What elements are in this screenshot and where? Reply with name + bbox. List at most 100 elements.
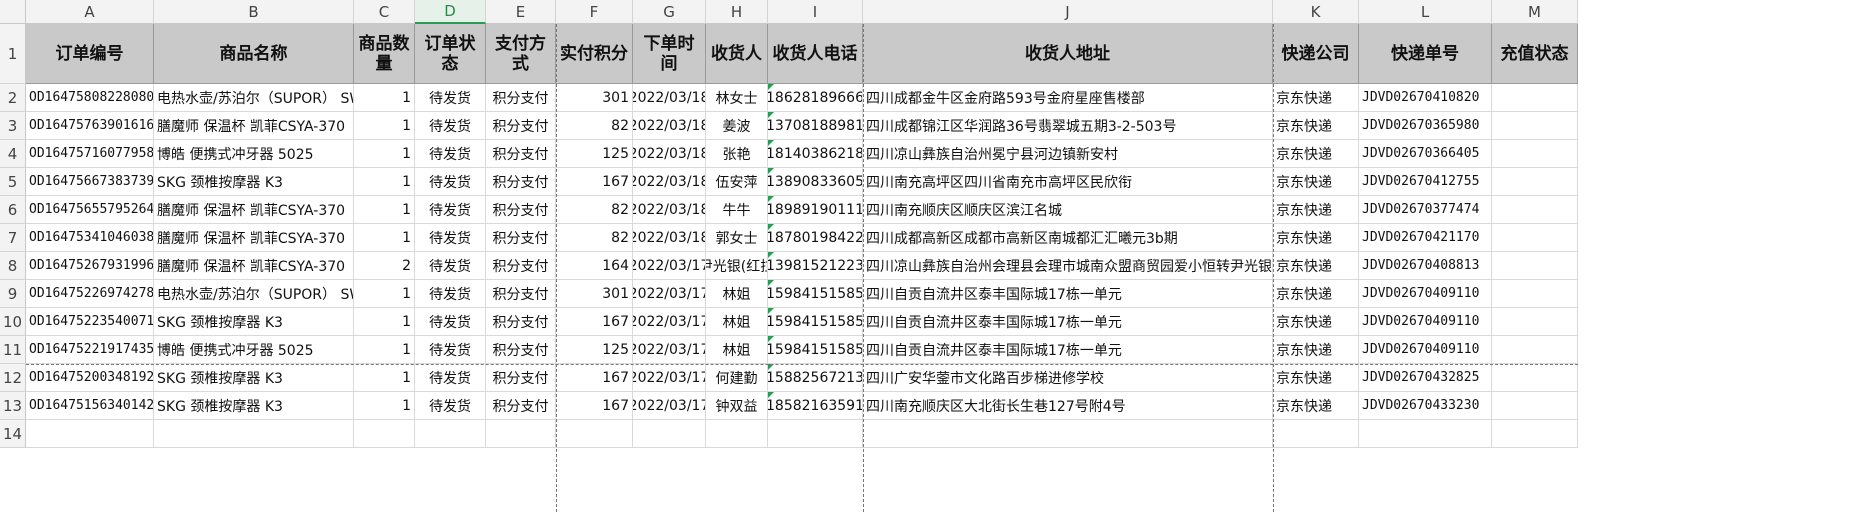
cell-a7[interactable]: OD16475341046038	[26, 224, 154, 252]
cell-d14[interactable]	[415, 420, 486, 448]
cell-h2[interactable]: 林女士	[706, 84, 768, 112]
cell-m7[interactable]	[1492, 224, 1578, 252]
cell-c7[interactable]: 1	[354, 224, 415, 252]
cell-k8[interactable]: 京东快递	[1273, 252, 1359, 280]
cell-f4[interactable]: 125	[556, 140, 633, 168]
cell-i9[interactable]: 15984151585	[768, 280, 863, 308]
cell-k4[interactable]: 京东快递	[1273, 140, 1359, 168]
cell-i5[interactable]: 13890833605	[768, 168, 863, 196]
cell-g14[interactable]	[633, 420, 706, 448]
cell-e12[interactable]: 积分支付	[486, 364, 556, 392]
cell-a14[interactable]	[26, 420, 154, 448]
header-cell-a[interactable]: 订单编号	[26, 24, 154, 84]
cell-h14[interactable]	[706, 420, 768, 448]
spreadsheet-grid[interactable]: A B C D E F G H I J K L M 1 订单编号 商品名称 商品数量 订单状态 支付方式 实付积分 下单…	[0, 0, 1852, 512]
column-header-h[interactable]: H	[706, 0, 768, 24]
cell-i14[interactable]	[768, 420, 863, 448]
cell-f7[interactable]: 82	[556, 224, 633, 252]
cell-b8[interactable]: 膳魔师 保温杯 凯菲CSYA-370	[154, 252, 354, 280]
cell-a5[interactable]: OD16475667383739	[26, 168, 154, 196]
cell-f13[interactable]: 167	[556, 392, 633, 420]
cell-i7[interactable]: 18780198422	[768, 224, 863, 252]
cell-c3[interactable]: 1	[354, 112, 415, 140]
cell-i13[interactable]: 18582163591	[768, 392, 863, 420]
cell-d13[interactable]: 待发货	[415, 392, 486, 420]
cell-l6[interactable]: JDVD02670377474	[1359, 196, 1492, 224]
cell-f2[interactable]: 301	[556, 84, 633, 112]
cell-j12[interactable]: 四川广安华蓥市文化路百步梯进修学校	[863, 364, 1273, 392]
cell-j8[interactable]: 四川凉山彝族自治州会理县会理市城南众盟商贸园爱小恒转尹光银(红拉)	[863, 252, 1273, 280]
cell-a3[interactable]: OD16475763901616	[26, 112, 154, 140]
cell-f12[interactable]: 167	[556, 364, 633, 392]
header-cell-e[interactable]: 支付方式	[486, 24, 556, 84]
column-header-k[interactable]: K	[1273, 0, 1359, 24]
cell-e14[interactable]	[486, 420, 556, 448]
cell-g13[interactable]: 2022/03/17	[633, 392, 706, 420]
header-cell-j[interactable]: 收货人地址	[863, 24, 1273, 84]
column-header-i[interactable]: I	[768, 0, 863, 24]
cell-a2[interactable]: OD16475808228080	[26, 84, 154, 112]
row-header[interactable]: 12	[0, 364, 26, 392]
header-cell-h[interactable]: 收货人	[706, 24, 768, 84]
cell-i2[interactable]: 18628189666	[768, 84, 863, 112]
cell-a9[interactable]: OD16475226974278	[26, 280, 154, 308]
cell-d5[interactable]: 待发货	[415, 168, 486, 196]
column-header-c[interactable]: C	[354, 0, 415, 24]
cell-g11[interactable]: 2022/03/17	[633, 336, 706, 364]
cell-h5[interactable]: 伍安萍	[706, 168, 768, 196]
cell-c12[interactable]: 1	[354, 364, 415, 392]
cell-l8[interactable]: JDVD02670408813	[1359, 252, 1492, 280]
cell-i8[interactable]: 13981521223	[768, 252, 863, 280]
cell-k12[interactable]: 京东快递	[1273, 364, 1359, 392]
cell-m5[interactable]	[1492, 168, 1578, 196]
cell-h7[interactable]: 郭女士	[706, 224, 768, 252]
cell-c8[interactable]: 2	[354, 252, 415, 280]
cell-g9[interactable]: 2022/03/17	[633, 280, 706, 308]
cell-l7[interactable]: JDVD02670421170	[1359, 224, 1492, 252]
cell-d6[interactable]: 待发货	[415, 196, 486, 224]
cell-b9[interactable]: 电热水壶/苏泊尔（SUPOR） SW-17S	[154, 280, 354, 308]
cell-b14[interactable]	[154, 420, 354, 448]
cell-l11[interactable]: JDVD02670409110	[1359, 336, 1492, 364]
cell-j3[interactable]: 四川成都锦江区华润路36号翡翠城五期3-2-503号	[863, 112, 1273, 140]
row-header[interactable]: 9	[0, 280, 26, 308]
cell-i11[interactable]: 15984151585	[768, 336, 863, 364]
cell-k6[interactable]: 京东快递	[1273, 196, 1359, 224]
row-header-1[interactable]: 1	[0, 24, 26, 84]
cell-f5[interactable]: 167	[556, 168, 633, 196]
cell-b13[interactable]: SKG 颈椎按摩器 K3	[154, 392, 354, 420]
cell-m14[interactable]	[1492, 420, 1578, 448]
header-cell-g[interactable]: 下单时间	[633, 24, 706, 84]
cell-e6[interactable]: 积分支付	[486, 196, 556, 224]
cell-c5[interactable]: 1	[354, 168, 415, 196]
cell-k13[interactable]: 京东快递	[1273, 392, 1359, 420]
row-header[interactable]: 4	[0, 140, 26, 168]
cell-l5[interactable]: JDVD02670412755	[1359, 168, 1492, 196]
cell-a10[interactable]: OD16475223540071	[26, 308, 154, 336]
cell-d12[interactable]: 待发货	[415, 364, 486, 392]
cell-m2[interactable]	[1492, 84, 1578, 112]
cell-d2[interactable]: 待发货	[415, 84, 486, 112]
header-cell-d[interactable]: 订单状态	[415, 24, 486, 84]
cell-m6[interactable]	[1492, 196, 1578, 224]
row-header[interactable]: 7	[0, 224, 26, 252]
cell-b11[interactable]: 博皓 便携式冲牙器 5025	[154, 336, 354, 364]
cell-k5[interactable]: 京东快递	[1273, 168, 1359, 196]
cell-g10[interactable]: 2022/03/17	[633, 308, 706, 336]
row-header[interactable]: 5	[0, 168, 26, 196]
cell-l3[interactable]: JDVD02670365980	[1359, 112, 1492, 140]
cell-m3[interactable]	[1492, 112, 1578, 140]
cell-c4[interactable]: 1	[354, 140, 415, 168]
row-header[interactable]: 6	[0, 196, 26, 224]
cell-m9[interactable]	[1492, 280, 1578, 308]
column-header-j[interactable]: J	[863, 0, 1273, 24]
cell-k11[interactable]: 京东快递	[1273, 336, 1359, 364]
cell-g7[interactable]: 2022/03/18	[633, 224, 706, 252]
cell-l2[interactable]: JDVD02670410820	[1359, 84, 1492, 112]
cell-h4[interactable]: 张艳	[706, 140, 768, 168]
cell-l9[interactable]: JDVD02670409110	[1359, 280, 1492, 308]
cell-d7[interactable]: 待发货	[415, 224, 486, 252]
column-header-e[interactable]: E	[486, 0, 556, 24]
cell-i3[interactable]: 13708188981	[768, 112, 863, 140]
cell-g12[interactable]: 2022/03/17	[633, 364, 706, 392]
